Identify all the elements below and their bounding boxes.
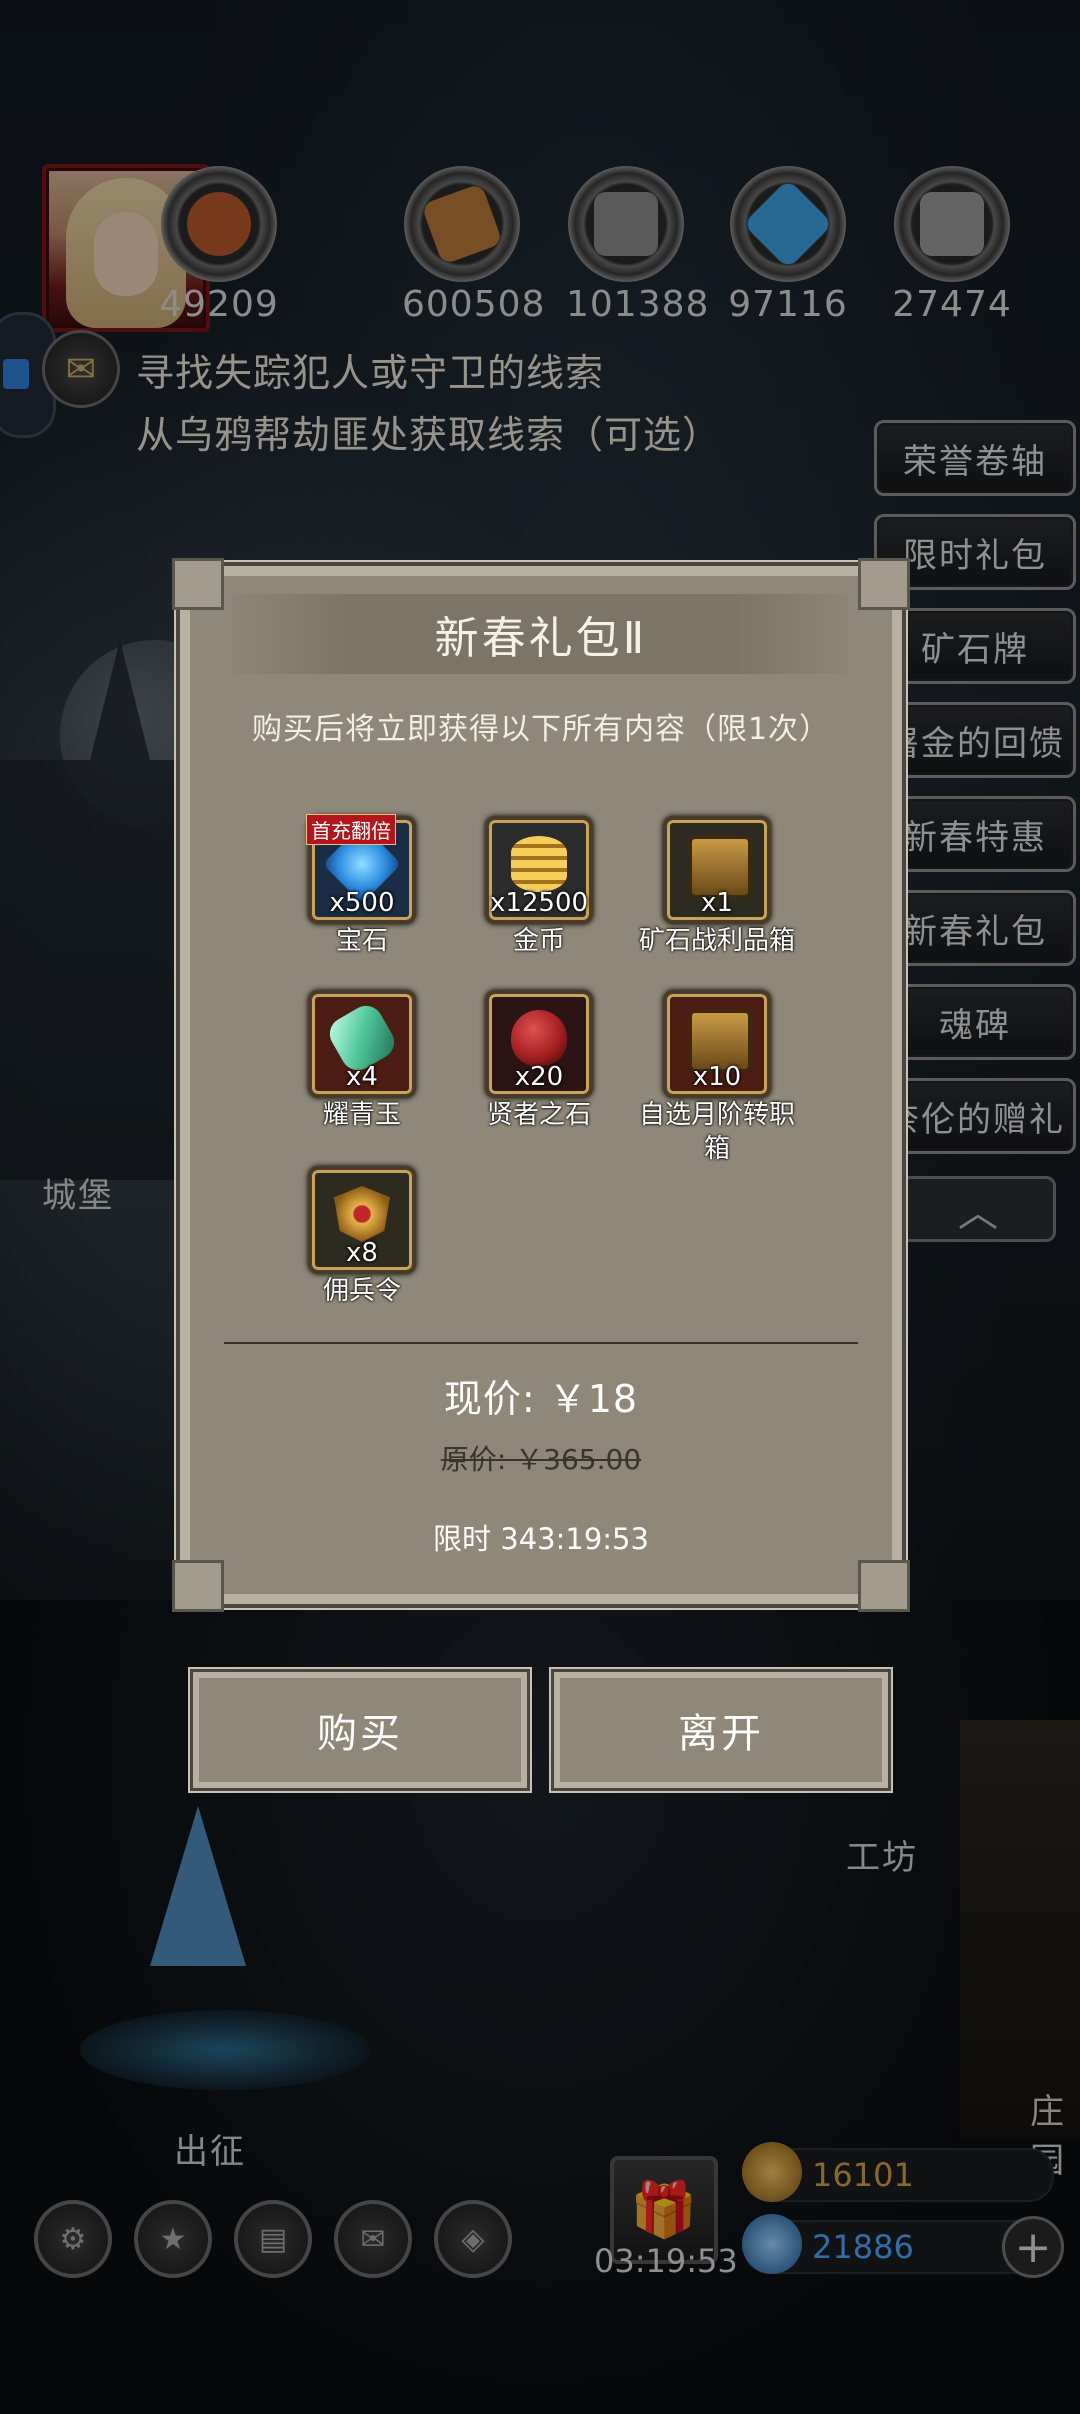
item-name: 矿石战利品箱 <box>638 926 795 956</box>
item-name: 耀青玉 <box>322 1100 401 1130</box>
reward-item[interactable]: x10 自选月阶转职箱 <box>632 990 802 1166</box>
item-slot: x500 首充翻倍 <box>306 814 416 924</box>
buy-button[interactable]: 购买 <box>193 1672 527 1788</box>
item-quantity: x500 <box>329 888 395 918</box>
dialog-title-bar: 新春礼包Ⅱ <box>220 594 862 674</box>
item-quantity: x8 <box>346 1238 378 1268</box>
reward-item[interactable]: x12500 金币 <box>454 816 624 958</box>
item-name: 贤者之石 <box>486 1100 591 1130</box>
item-quantity: x10 <box>692 1062 742 1092</box>
gold-coin-icon <box>511 836 567 892</box>
dialog-corner <box>172 1560 224 1612</box>
item-name: 佣兵令 <box>322 1276 401 1306</box>
reward-item[interactable]: x4 耀青玉 <box>277 990 447 1132</box>
dialog-corner <box>172 558 224 610</box>
reward-item[interactable]: x500 首充翻倍 宝石 <box>277 814 447 958</box>
item-quantity: x12500 <box>489 888 589 918</box>
item-slot: x8 <box>308 1166 416 1274</box>
item-quantity: x20 <box>514 1062 564 1092</box>
item-name: 自选月阶转职箱 <box>638 1100 795 1164</box>
item-name: 宝石 <box>335 926 388 956</box>
dialog-subtitle: 购买后将立即获得以下所有内容（限1次） <box>251 712 831 747</box>
item-slot: x20 <box>485 990 593 1098</box>
item-slot: x12500 <box>485 816 593 924</box>
dialog-divider <box>224 1342 858 1344</box>
item-name: 金币 <box>512 926 565 956</box>
mercenary-badge-icon <box>334 1186 390 1242</box>
item-quantity: x1 <box>701 888 733 918</box>
first-recharge-tag: 首充翻倍 <box>306 814 396 845</box>
item-slot: x1 <box>663 816 771 924</box>
gift-pack-dialog: 新春礼包Ⅱ 购买后将立即获得以下所有内容（限1次） x500 首充翻倍 宝石 x… <box>172 558 910 1612</box>
item-slot: x4 <box>308 990 416 1098</box>
dialog-title: 新春礼包Ⅱ <box>434 613 648 664</box>
dialog-corner <box>858 558 910 610</box>
sage-stone-icon <box>511 1010 567 1066</box>
reward-item[interactable]: x8 佣兵令 <box>277 1166 447 1308</box>
reward-item[interactable]: x20 贤者之石 <box>454 990 624 1132</box>
item-slot: x10 <box>663 990 771 1098</box>
original-price: 原价: ￥365.00 <box>190 1438 892 1478</box>
reward-item[interactable]: x1 矿石战利品箱 <box>632 816 802 958</box>
dialog-corner <box>858 1560 910 1612</box>
limited-time-countdown: 限时 343:19:53 <box>433 1522 649 1556</box>
item-quantity: x4 <box>346 1062 378 1092</box>
leave-button[interactable]: 离开 <box>554 1672 888 1788</box>
current-price: 现价: ￥18 <box>443 1377 639 1421</box>
original-price-text: 原价: ￥365.00 <box>440 1443 642 1476</box>
